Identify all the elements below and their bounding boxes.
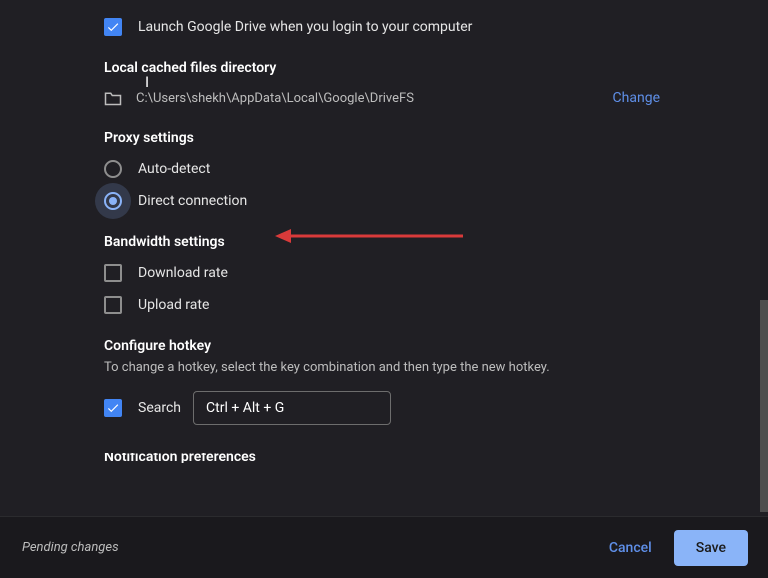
- proxy-radio-auto[interactable]: [104, 160, 122, 178]
- proxy-title: Proxy settings: [104, 130, 768, 146]
- footer-status: Pending changes: [22, 540, 595, 555]
- launch-on-login-label: Launch Google Drive when you login to yo…: [138, 19, 472, 35]
- launch-on-login-checkbox[interactable]: [104, 18, 122, 36]
- radio-ripple: [95, 183, 131, 219]
- bandwidth-checkbox-download[interactable]: [104, 264, 122, 282]
- proxy-label-direct: Direct connection: [138, 193, 247, 209]
- bandwidth-label-upload: Upload rate: [138, 297, 209, 313]
- bandwidth-title: Bandwidth settings: [104, 234, 768, 250]
- settings-panel: Launch Google Drive when you login to yo…: [0, 0, 768, 516]
- hotkey-title: Configure hotkey: [104, 338, 768, 354]
- save-button[interactable]: Save: [674, 530, 748, 566]
- hotkey-description: To change a hotkey, select the key combi…: [104, 360, 768, 375]
- proxy-label-auto: Auto-detect: [138, 161, 210, 177]
- change-dir-link[interactable]: Change: [613, 90, 660, 106]
- cache-title: Local cached files directory: [104, 60, 768, 76]
- check-icon: [106, 401, 120, 415]
- search-hotkey-label: Search: [138, 400, 181, 416]
- scrollbar[interactable]: [760, 300, 768, 512]
- footer-bar: Pending changes Cancel Save: [0, 516, 768, 578]
- check-icon: [106, 20, 120, 34]
- cache-path: C:\Users\shekh\AppData\Local\Google\Driv…: [136, 91, 613, 106]
- notifications-title: Notification preferences: [104, 453, 768, 463]
- bandwidth-checkbox-upload[interactable]: [104, 296, 122, 314]
- cancel-button[interactable]: Cancel: [595, 530, 666, 566]
- folder-icon: [104, 91, 122, 106]
- bandwidth-label-download: Download rate: [138, 265, 228, 281]
- proxy-radio-direct[interactable]: [104, 192, 122, 210]
- search-hotkey-checkbox[interactable]: [104, 399, 122, 417]
- hotkey-input[interactable]: Ctrl + Alt + G: [193, 391, 391, 425]
